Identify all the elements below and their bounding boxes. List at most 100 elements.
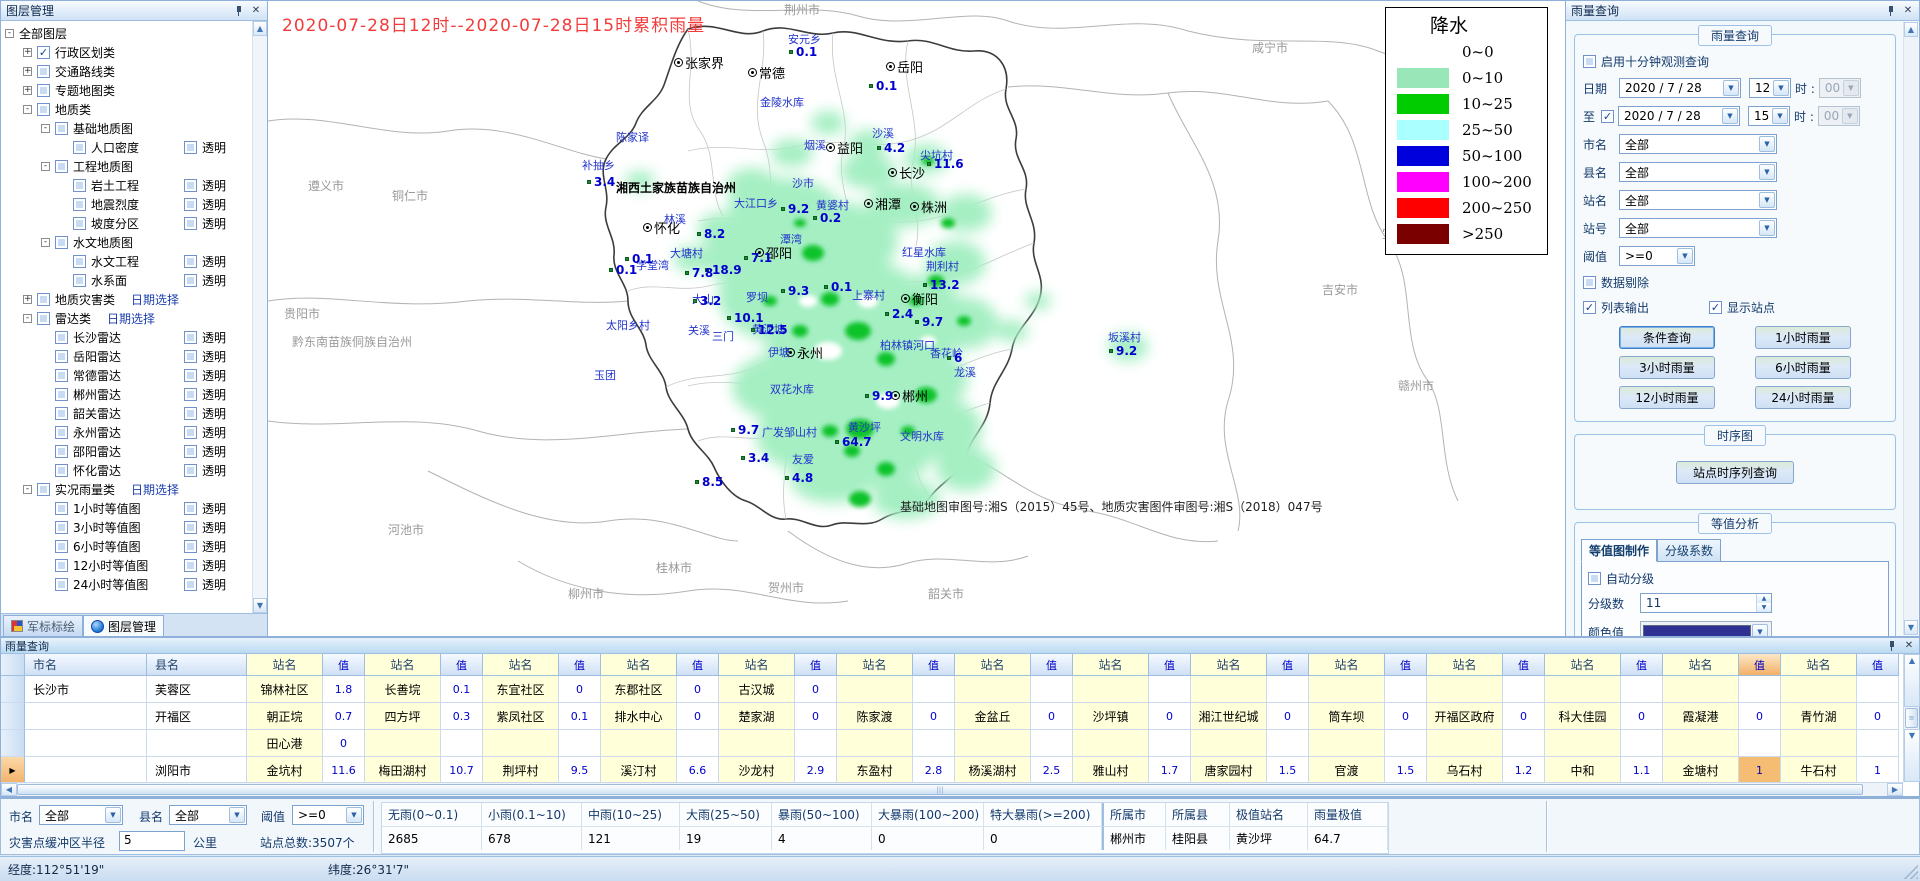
chevron-down-icon[interactable]: ▼ — [1759, 164, 1775, 180]
chevron-down-icon[interactable]: ▼ — [105, 807, 121, 823]
column-header-station[interactable]: 站名 — [365, 654, 441, 676]
transparent-checkbox[interactable] — [184, 559, 197, 572]
tree-checkbox[interactable] — [37, 312, 50, 325]
transparent-checkbox[interactable] — [184, 388, 197, 401]
scroll-down-icon[interactable]: ▼ — [1904, 620, 1918, 635]
tree-checkbox[interactable] — [73, 217, 86, 230]
tree-checkbox[interactable] — [55, 502, 68, 515]
rain-3h-button[interactable]: 3小时雨量 — [1619, 356, 1715, 379]
transparent-checkbox[interactable] — [184, 445, 197, 458]
column-header-station[interactable]: 站名 — [483, 654, 559, 676]
transparent-checkbox[interactable] — [184, 217, 197, 230]
column-header-station[interactable]: 站名 — [247, 654, 323, 676]
column-header-value[interactable]: 值 — [559, 654, 601, 676]
scrollbar-thumb[interactable]: ≡ — [1905, 708, 1918, 727]
left-dock-tab-layers[interactable]: 图层管理 — [83, 615, 164, 636]
transparent-checkbox[interactable] — [184, 407, 197, 420]
tree-row[interactable]: 坡度分区透明 — [1, 214, 252, 233]
column-header-county[interactable]: 县名 — [147, 654, 247, 676]
tree-checkbox[interactable] — [37, 46, 50, 59]
transparent-checkbox[interactable] — [184, 255, 197, 268]
tree-checkbox[interactable] — [73, 198, 86, 211]
threshold-combo[interactable]: >=0▼ — [1619, 246, 1695, 266]
rain-12h-button[interactable]: 12小时雨量 — [1619, 386, 1715, 409]
transparent-checkbox[interactable] — [184, 540, 197, 553]
column-header-station[interactable]: 站名 — [1073, 654, 1149, 676]
column-header-value[interactable]: 值 — [1503, 654, 1545, 676]
chevron-down-icon[interactable]: ▼ — [1723, 80, 1739, 96]
pin-icon[interactable] — [233, 5, 245, 17]
hour-from-combo[interactable]: 12▼ — [1749, 78, 1791, 98]
tree-expander-icon[interactable]: - — [23, 314, 32, 323]
table-row[interactable]: 长沙市芙蓉区锦林社区1.8长善垸0.1东宜社区0东郡社区0古汉城0 — [1, 676, 1903, 703]
ten-minute-checkbox[interactable] — [1583, 55, 1596, 68]
column-header-city[interactable]: 市名 — [25, 654, 147, 676]
tree-checkbox[interactable] — [55, 122, 68, 135]
rain-6h-button[interactable]: 6小时雨量 — [1755, 356, 1851, 379]
column-header-value[interactable]: 值 — [441, 654, 483, 676]
rain-query-scrollbar[interactable]: ▲ ▼ — [1903, 22, 1918, 635]
tree-row[interactable]: -雷达类日期选择 — [1, 309, 252, 328]
tree-checkbox[interactable] — [37, 483, 50, 496]
column-header-value[interactable]: 值 — [1621, 654, 1663, 676]
tree-expander-icon[interactable]: + — [23, 48, 32, 57]
column-header-station[interactable]: 站名 — [719, 654, 795, 676]
column-header-value[interactable]: 值 — [1857, 654, 1899, 676]
tree-row[interactable]: -工程地质图 — [1, 157, 252, 176]
transparent-checkbox[interactable] — [184, 179, 197, 192]
tree-expander-icon[interactable]: - — [23, 105, 32, 114]
column-header-station[interactable]: 站名 — [1781, 654, 1857, 676]
row-selector[interactable] — [1, 703, 25, 730]
station-id-combo[interactable]: 全部▼ — [1619, 218, 1777, 238]
buffer-input[interactable]: 5 — [119, 831, 185, 851]
tree-expander-icon[interactable]: - — [23, 485, 32, 494]
scroll-down-icon[interactable]: ▼ — [253, 598, 267, 613]
tree-row[interactable]: 怀化雷达透明 — [1, 461, 252, 480]
tree-checkbox[interactable] — [55, 445, 68, 458]
transparent-checkbox[interactable] — [184, 521, 197, 534]
tree-checkbox[interactable] — [55, 559, 68, 572]
transparent-checkbox[interactable] — [184, 426, 197, 439]
spin-down-icon[interactable]: ▼ — [1757, 603, 1771, 612]
chevron-down-icon[interactable]: ▼ — [1772, 108, 1788, 124]
tree-row[interactable]: 6小时等值图透明 — [1, 537, 252, 556]
column-header-station[interactable]: 站名 — [1309, 654, 1385, 676]
condition-query-button[interactable]: 条件查询 — [1619, 326, 1715, 349]
tab-grade-coeff[interactable]: 分级系数 — [1657, 539, 1721, 562]
grade-count-stepper[interactable]: 11 ▲▼ — [1640, 593, 1772, 613]
grid-horizontal-scrollbar[interactable]: ◀ ||| ▶ — [1, 782, 1903, 796]
chevron-down-icon[interactable]: ▼ — [346, 807, 362, 823]
row-selector[interactable]: ▶ — [1, 757, 25, 782]
chevron-down-icon[interactable]: ▼ — [229, 807, 245, 823]
tree-expander-icon[interactable]: - — [41, 124, 50, 133]
county-combo[interactable]: 全部▼ — [1619, 162, 1777, 182]
scroll-up-icon[interactable]: ▲ — [253, 21, 267, 36]
transparent-checkbox[interactable] — [184, 331, 197, 344]
grid-vertical-scrollbar[interactable]: ▲ ≡ ▼ — [1903, 654, 1919, 782]
scroll-up-icon[interactable]: ▲ — [1904, 654, 1920, 707]
transparent-checkbox[interactable] — [184, 464, 197, 477]
tree-checkbox[interactable] — [73, 141, 86, 154]
tree-row[interactable]: -水文地质图 — [1, 233, 252, 252]
chevron-down-icon[interactable]: ▼ — [1722, 108, 1738, 124]
tree-checkbox[interactable] — [37, 84, 50, 97]
transparent-checkbox[interactable] — [184, 502, 197, 515]
chevron-down-icon[interactable]: ▼ — [1677, 248, 1693, 264]
column-header-value[interactable]: 值 — [795, 654, 837, 676]
layer-tree-scrollbar[interactable]: ▲ ▼ — [252, 21, 267, 613]
grid-corner-cell[interactable] — [1, 654, 25, 676]
column-header-station[interactable]: 站名 — [1663, 654, 1739, 676]
date-select-link[interactable]: 日期选择 — [131, 481, 179, 498]
tree-checkbox[interactable] — [55, 331, 68, 344]
tree-row[interactable]: 邵阳雷达透明 — [1, 442, 252, 461]
column-header-value[interactable]: 值 — [1031, 654, 1073, 676]
tree-row[interactable]: 长沙雷达透明 — [1, 328, 252, 347]
transparent-checkbox[interactable] — [184, 578, 197, 591]
column-header-value[interactable]: 值 — [1149, 654, 1191, 676]
tree-row[interactable]: 郴州雷达透明 — [1, 385, 252, 404]
transparent-checkbox[interactable] — [184, 198, 197, 211]
table-row[interactable]: 田心港0 — [1, 730, 1903, 757]
left-dock-tab-milstd[interactable]: 军标标绘 — [3, 615, 83, 636]
tree-checkbox[interactable] — [55, 578, 68, 591]
tree-expander-icon[interactable]: - — [5, 29, 14, 38]
